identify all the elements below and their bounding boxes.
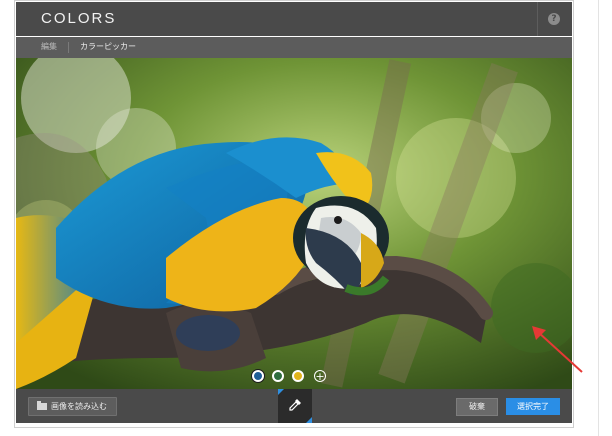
- load-image-button[interactable]: 画像を読み込む: [28, 397, 117, 416]
- tab-edit[interactable]: 編集: [41, 41, 57, 52]
- eyedropper-tool-button[interactable]: [278, 389, 312, 423]
- bottom-toolbar: 画像を読み込む 破棄 選択完了: [16, 389, 572, 423]
- swatch-1[interactable]: [252, 370, 264, 382]
- add-swatch-icon[interactable]: +: [314, 370, 326, 382]
- help-icon[interactable]: ?: [548, 13, 560, 25]
- parrot-photo: [16, 58, 572, 389]
- swatch-3[interactable]: [292, 370, 304, 382]
- discard-button[interactable]: 破棄: [456, 398, 498, 416]
- folder-icon: [37, 401, 47, 410]
- title-bar: COLORS ?: [16, 2, 572, 36]
- eyedropper-icon: [289, 399, 301, 411]
- tab-bar: 編集 カラーピッカー: [16, 37, 572, 58]
- photo-canvas[interactable]: +: [16, 58, 572, 389]
- load-image-label: 画像を読み込む: [51, 402, 107, 411]
- app-title: COLORS: [41, 10, 117, 27]
- page-edge: [598, 0, 599, 436]
- annotation-arrow-icon: [532, 326, 583, 373]
- swatch-2[interactable]: [272, 370, 284, 382]
- title-divider: [537, 2, 538, 36]
- tab-separator: [68, 42, 69, 53]
- tab-color-picker[interactable]: カラーピッカー: [80, 41, 136, 52]
- select-done-button[interactable]: 選択完了: [506, 398, 560, 415]
